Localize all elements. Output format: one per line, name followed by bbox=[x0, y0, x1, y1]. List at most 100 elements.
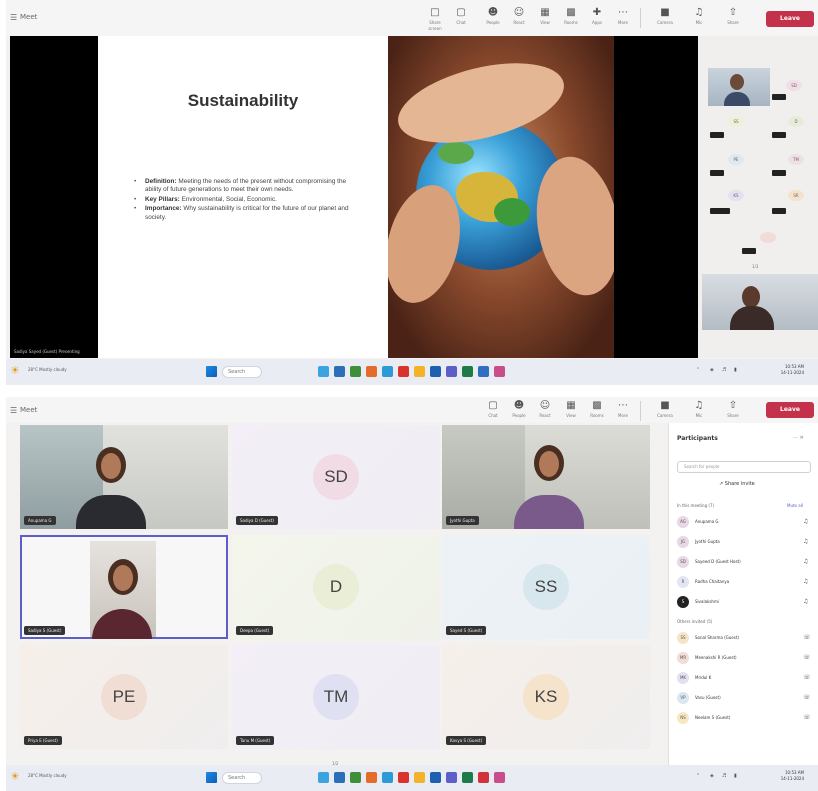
participant-tile[interactable]: Jyothi Gupta bbox=[442, 425, 650, 529]
app-icon[interactable] bbox=[494, 366, 505, 377]
participant-search-input[interactable]: Search for people bbox=[677, 461, 811, 473]
leave-button[interactable]: Leave bbox=[766, 402, 814, 418]
participant-tile[interactable]: Sadiya S (Guest) bbox=[20, 535, 228, 639]
teams-icon[interactable] bbox=[446, 366, 457, 377]
participant-row[interactable]: MK Mridul K ☏ bbox=[677, 669, 815, 687]
app-icon[interactable] bbox=[366, 366, 377, 377]
app-icon[interactable] bbox=[366, 772, 377, 783]
app-icon[interactable] bbox=[414, 772, 425, 783]
participant-tile[interactable]: Anupama G bbox=[20, 425, 228, 529]
call-icon[interactable]: ☏ bbox=[803, 714, 811, 721]
mic-button[interactable]: ♫ Mic bbox=[686, 6, 712, 32]
volume-icon[interactable]: ♬ bbox=[722, 773, 726, 779]
app-icon[interactable] bbox=[334, 366, 345, 377]
share-button[interactable]: ⇧ Share bbox=[720, 6, 746, 32]
call-icon[interactable]: ☏ bbox=[803, 654, 811, 661]
app-icon[interactable] bbox=[414, 366, 425, 377]
tray-chevron-icon[interactable]: ⌃ bbox=[696, 367, 700, 373]
leave-button[interactable]: Leave bbox=[766, 11, 814, 27]
mic-button[interactable]: ♫ Mic bbox=[686, 399, 712, 425]
apps-button[interactable]: ✚ Apps bbox=[584, 6, 610, 32]
close-icon[interactable]: ✕ bbox=[800, 435, 804, 441]
rooms-button[interactable]: ▩ Rooms bbox=[558, 6, 584, 32]
react-button[interactable]: ☺ React bbox=[532, 399, 558, 425]
call-icon[interactable]: ☏ bbox=[803, 674, 811, 681]
volume-icon[interactable]: ♬ bbox=[722, 367, 726, 373]
participant-tile[interactable]: SS Sayed S (Guest) bbox=[442, 535, 650, 639]
taskbar-search[interactable]: Search bbox=[222, 772, 262, 784]
windows-start-icon[interactable] bbox=[206, 366, 217, 377]
section-in-meeting[interactable]: In this meeting (7) bbox=[677, 503, 714, 508]
app-icon[interactable] bbox=[478, 772, 489, 783]
app-icon[interactable] bbox=[398, 772, 409, 783]
taskbar-clock[interactable]: 10:53 AM 14-11-2024 bbox=[768, 770, 804, 782]
battery-icon[interactable]: ▮ bbox=[734, 773, 737, 779]
app-icon[interactable] bbox=[350, 366, 361, 377]
app-icon[interactable] bbox=[462, 366, 473, 377]
weather-icon[interactable]: ☀ bbox=[10, 364, 20, 377]
weather-icon[interactable]: ☀ bbox=[10, 770, 20, 783]
view-button[interactable]: ▦ View bbox=[558, 399, 584, 425]
participant-tile[interactable]: PE Priya E (Guest) bbox=[20, 645, 228, 749]
share-invite-button[interactable]: ↗ Share invite bbox=[719, 481, 755, 487]
mute-all-button[interactable]: Mute all bbox=[787, 503, 803, 508]
wifi-icon[interactable]: ◈ bbox=[710, 367, 714, 373]
menu-icon[interactable]: ☰ bbox=[10, 13, 17, 22]
participant-name: Sadiya S (Guest) bbox=[24, 626, 66, 635]
app-icon[interactable] bbox=[350, 772, 361, 783]
rooms-button[interactable]: ▩ Rooms bbox=[584, 399, 610, 425]
participant-video[interactable] bbox=[708, 68, 770, 106]
camera-button[interactable]: ■ Camera bbox=[652, 399, 678, 425]
app-icon[interactable] bbox=[462, 772, 473, 783]
globe-in-hands-photo bbox=[388, 36, 614, 358]
camera-button[interactable]: ■ Camera bbox=[652, 6, 678, 32]
chat-button[interactable]: ▢ Chat bbox=[480, 399, 506, 425]
menu-icon[interactable]: ☰ bbox=[10, 406, 17, 415]
tray-chevron-icon[interactable]: ⌃ bbox=[696, 773, 700, 779]
more-icon[interactable]: ⋯ bbox=[793, 435, 798, 441]
more-button[interactable]: ⋯ More bbox=[610, 6, 636, 32]
section-others-invited[interactable]: Others invited (5) bbox=[677, 619, 712, 624]
participant-row[interactable]: MR Meenakshi R (Guest) ☏ bbox=[677, 649, 815, 667]
participant-row[interactable]: SS Sonal Sharma (Guest) ☏ bbox=[677, 629, 815, 647]
participant-row[interactable]: JG Jyothi Gupta ♫ bbox=[677, 533, 815, 551]
participant-row[interactable]: S Sivalakshmi ♫ bbox=[677, 593, 815, 611]
taskbar-search[interactable]: Search bbox=[222, 366, 262, 378]
call-icon[interactable]: ☏ bbox=[803, 694, 811, 701]
battery-icon[interactable]: ▮ bbox=[734, 367, 737, 373]
participant-tile[interactable]: KS Kavya S (Guest) bbox=[442, 645, 650, 749]
participant-row[interactable]: R Radha Chaitanya ♫ bbox=[677, 573, 815, 591]
self-view-video[interactable] bbox=[702, 274, 818, 330]
app-icon[interactable] bbox=[494, 772, 505, 783]
participant-tile[interactable]: TM Tanu M (Guest) bbox=[232, 645, 440, 749]
chat-button[interactable]: ▢ Chat bbox=[448, 6, 474, 32]
participant-row[interactable]: NS Neelam S (Guest) ☏ bbox=[677, 709, 815, 727]
participant-row[interactable]: SD Sayeed D (Guest Host) ♫ bbox=[677, 553, 815, 571]
app-icon[interactable] bbox=[318, 366, 329, 377]
taskbar-clock[interactable]: 10:53 AM 14-11-2024 bbox=[768, 364, 804, 376]
participant-tile[interactable]: D Deepa (Guest) bbox=[232, 535, 440, 639]
more-button[interactable]: ⋯ More bbox=[610, 399, 636, 425]
people-button[interactable]: ☻ People bbox=[506, 399, 532, 425]
view-button[interactable]: ▦ View bbox=[532, 6, 558, 32]
call-icon[interactable]: ☏ bbox=[803, 634, 811, 641]
teams-icon[interactable] bbox=[446, 772, 457, 783]
people-button[interactable]: ☻ People bbox=[480, 6, 506, 32]
app-icon[interactable] bbox=[398, 366, 409, 377]
participant-row[interactable]: VP Vasu (Guest) ☏ bbox=[677, 689, 815, 707]
participant-tile[interactable]: SD Sadiya D (Guest) bbox=[232, 425, 440, 529]
share-button[interactable]: ⇧ Share bbox=[720, 399, 746, 425]
name-tag bbox=[772, 208, 786, 214]
react-button[interactable]: ☺ React bbox=[506, 6, 532, 32]
app-icon[interactable] bbox=[478, 366, 489, 377]
app-icon[interactable] bbox=[318, 772, 329, 783]
app-icon[interactable] bbox=[334, 772, 345, 783]
app-icon[interactable] bbox=[382, 772, 393, 783]
app-icon[interactable] bbox=[430, 366, 441, 377]
app-icon[interactable] bbox=[382, 366, 393, 377]
wifi-icon[interactable]: ◈ bbox=[710, 773, 714, 779]
share-screen-button[interactable]: □ Share screen bbox=[422, 6, 448, 32]
windows-start-icon[interactable] bbox=[206, 772, 217, 783]
participant-row[interactable]: AG Anupama G ♫ bbox=[677, 513, 815, 531]
app-icon[interactable] bbox=[430, 772, 441, 783]
